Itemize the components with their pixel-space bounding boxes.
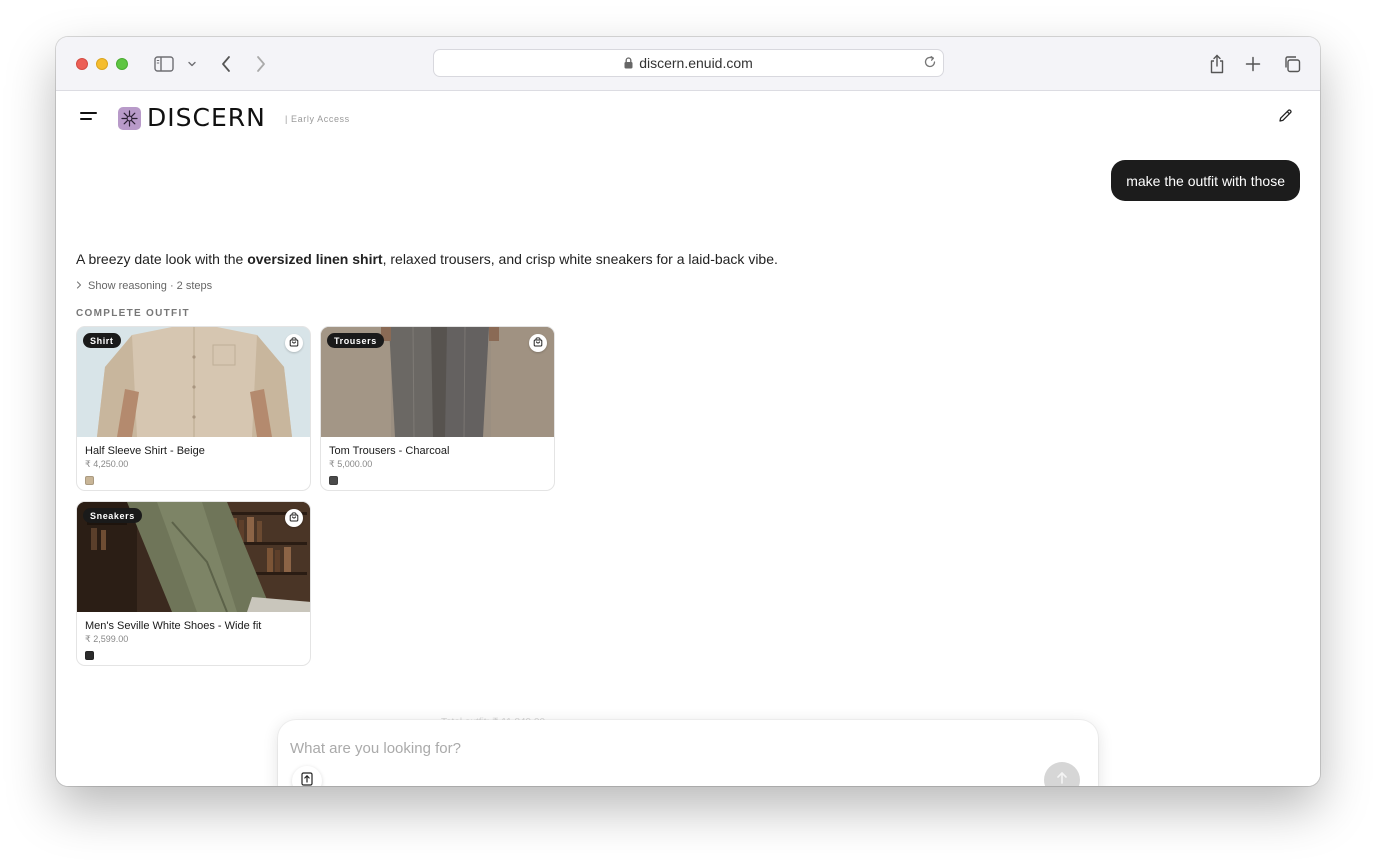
lock-icon <box>624 57 633 69</box>
brand-name: DISCERN <box>147 103 266 132</box>
product-card-shirt[interactable]: Shirt Half Sleeve Shirt - Beige ₹ 4,250.… <box>76 326 311 491</box>
product-price: ₹ 2,599.00 <box>85 634 129 644</box>
product-name: Men's Seville White Shoes - Wide fit <box>85 620 262 632</box>
add-to-bag-button[interactable] <box>285 509 303 527</box>
color-swatch[interactable] <box>85 476 94 485</box>
shopping-bag-icon <box>289 334 299 352</box>
browser-titlebar: discern.enuid.com <box>56 37 1320 91</box>
forward-arrow-icon[interactable] <box>249 52 273 76</box>
zoom-window-button[interactable] <box>116 58 128 70</box>
assistant-text-emphasis: oversized linen shirt <box>247 251 383 267</box>
early-access-badge: | Early Access <box>285 114 350 124</box>
category-tag: Trousers <box>327 333 384 348</box>
reload-icon[interactable] <box>923 55 937 72</box>
upload-icon <box>301 771 313 787</box>
chevron-down-icon[interactable] <box>180 52 204 76</box>
color-swatch[interactable] <box>329 476 338 485</box>
menu-button[interactable] <box>74 103 104 133</box>
chevron-right-icon <box>76 280 82 292</box>
assistant-text-start: A breezy date look with the <box>76 251 248 267</box>
shopping-bag-icon <box>289 509 299 527</box>
section-heading: COMPLETE OUTFIT <box>76 308 190 319</box>
category-tag: Sneakers <box>83 508 142 523</box>
product-price: ₹ 4,250.00 <box>85 459 129 469</box>
product-card-sneakers[interactable]: Sneakers Men's Seville White Shoes - Wid… <box>76 501 311 666</box>
assistant-message: A breezy date look with the oversized li… <box>76 251 778 267</box>
logo-icon <box>118 107 141 130</box>
product-card-trousers[interactable]: Trousers Tom Trousers - Charcoal ₹ 5,000… <box>320 326 555 491</box>
tab-overview-icon[interactable] <box>1280 52 1304 76</box>
arrow-up-icon <box>1056 771 1068 787</box>
back-arrow-icon[interactable] <box>214 52 238 76</box>
menu-icon <box>80 109 98 127</box>
product-name: Half Sleeve Shirt - Beige <box>85 445 205 457</box>
new-tab-icon[interactable] <box>1241 52 1265 76</box>
shopping-bag-icon <box>533 334 543 352</box>
product-name: Tom Trousers - Charcoal <box>329 445 450 457</box>
reasoning-label: Show reasoning · 2 steps <box>88 280 213 292</box>
url-text: discern.enuid.com <box>639 55 753 71</box>
add-to-bag-button[interactable] <box>529 334 547 352</box>
chat-composer <box>278 720 1098 786</box>
browser-window: discern.enuid.com DISCERN | Early Access <box>56 37 1320 786</box>
new-chat-button[interactable] <box>1272 105 1298 131</box>
share-icon[interactable] <box>1205 52 1229 76</box>
search-input[interactable] <box>290 736 990 760</box>
assistant-text-end: , relaxed trousers, and crisp white snea… <box>382 251 778 267</box>
sidebar-toggle-icon[interactable] <box>152 52 176 76</box>
attach-button[interactable] <box>292 766 322 786</box>
close-window-button[interactable] <box>76 58 88 70</box>
show-reasoning-toggle[interactable]: Show reasoning · 2 steps <box>76 280 212 292</box>
minimize-window-button[interactable] <box>96 58 108 70</box>
product-price: ₹ 5,000.00 <box>329 459 373 469</box>
color-swatch[interactable] <box>85 651 94 660</box>
category-tag: Shirt <box>83 333 121 348</box>
page-content: DISCERN | Early Access make the outfit w… <box>56 91 1320 786</box>
add-to-bag-button[interactable] <box>285 334 303 352</box>
pencil-icon <box>1278 108 1293 128</box>
send-button[interactable] <box>1044 762 1080 786</box>
user-message-bubble: make the outfit with those <box>1111 160 1300 201</box>
address-bar[interactable]: discern.enuid.com <box>433 49 944 77</box>
